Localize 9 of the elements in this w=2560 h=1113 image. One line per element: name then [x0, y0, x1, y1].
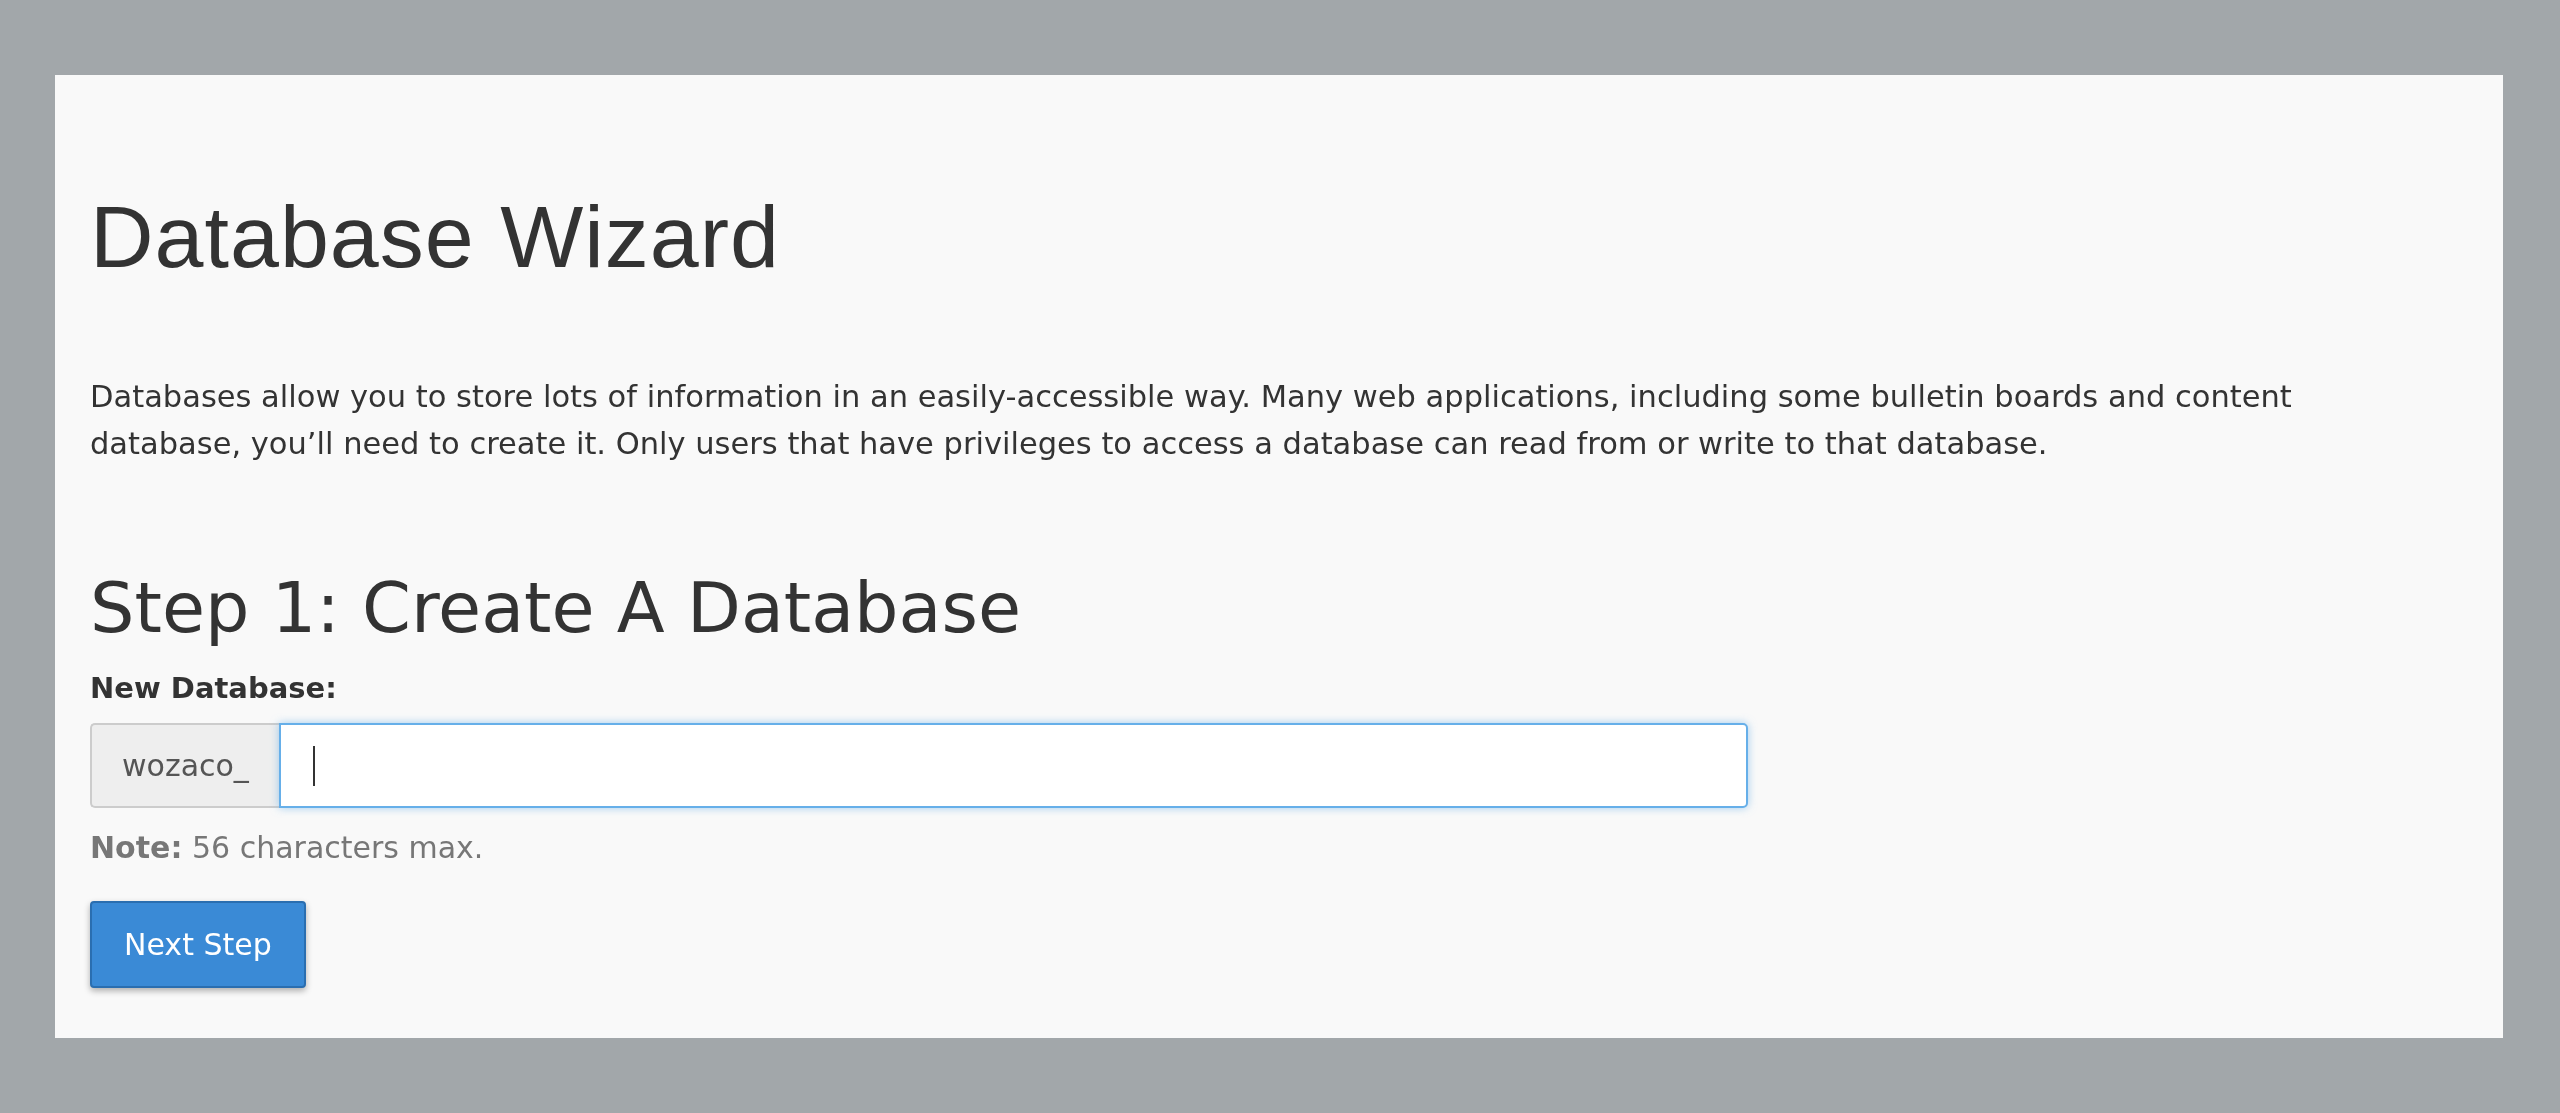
intro-text: Databases allow you to store lots of information in an easily-accessible way. Many web applications, including some bulletin boards and content — [90, 378, 2293, 416]
note-text: Note: 56 characters max. — [90, 830, 485, 865]
prefix-addon: wozaco_ — [90, 723, 279, 808]
intro-text: database, you’ll need to create it. Only users that have privileges to access a database can read from or write to that database. — [90, 425, 2049, 463]
page-title: Database Wizard — [90, 193, 781, 281]
field-label: New Database: — [90, 671, 338, 705]
database-name-field[interactable] — [278, 723, 1748, 808]
next-step-button[interactable]: Next Step — [90, 901, 306, 988]
text-cursor-icon — [312, 745, 315, 786]
